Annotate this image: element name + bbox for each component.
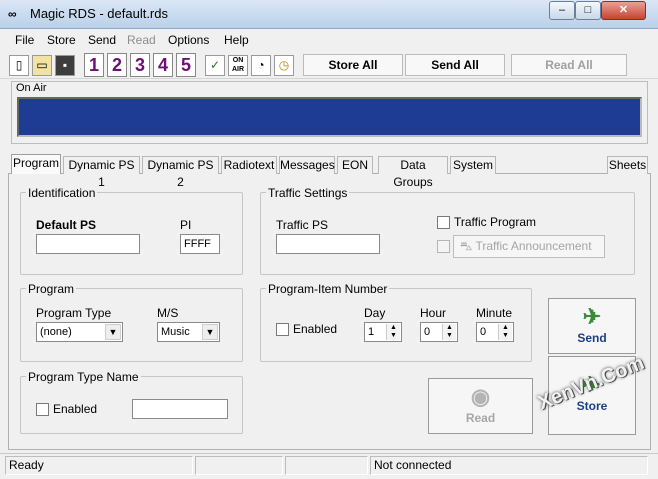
day-value: 1 — [368, 326, 375, 338]
minute-label: Minute — [476, 306, 513, 320]
minute-value: 0 — [480, 326, 487, 338]
minute-spinner[interactable]: 0 ▲ ▼ — [476, 322, 514, 342]
send-label: Send — [577, 331, 607, 345]
traffic-announcement-checkbox[interactable] — [437, 240, 450, 253]
store-label: Store — [576, 399, 608, 413]
pi-input[interactable]: FFFF — [180, 234, 220, 254]
on-air-icon[interactable]: ON AIR — [228, 55, 248, 76]
program-type-name-title: Program Type Name — [26, 370, 141, 384]
status-bar: Ready Not connected — [0, 453, 658, 479]
tab-program[interactable]: Program — [11, 154, 61, 174]
menu-bar: File Store Send Read Options Help — [0, 30, 658, 50]
traffic-program-checkbox[interactable] — [437, 216, 450, 229]
traffic-ps-input[interactable] — [276, 234, 380, 254]
menu-store[interactable]: Store — [47, 33, 76, 47]
program-item-title: Program-Item Number — [266, 282, 390, 296]
tab-dynamic-ps-1[interactable]: Dynamic PS 1 — [63, 156, 140, 189]
menu-file[interactable]: File — [15, 33, 34, 47]
minimize-button[interactable]: – — [549, 1, 575, 20]
traffic-settings-title: Traffic Settings — [266, 186, 350, 200]
satellite-dish-icon: ◉ — [470, 384, 491, 409]
traffic-ps-label: Traffic PS — [276, 218, 329, 232]
traffic-program-label: Traffic Program — [454, 215, 537, 229]
close-button[interactable]: ✕ — [601, 1, 646, 20]
day-label: Day — [364, 306, 386, 320]
tab-radiotext[interactable]: Radiotext — [221, 156, 277, 174]
hour-value: 0 — [424, 326, 431, 338]
send-all-button[interactable]: Send All — [405, 54, 505, 76]
sheets-button[interactable]: Sheets — [607, 156, 648, 174]
hour-spinner[interactable]: 0 ▲ ▼ — [420, 322, 458, 342]
maximize-button[interactable]: □ — [575, 1, 601, 20]
traffic-announcement-button[interactable]: ⛍ Traffic Announcement — [453, 235, 605, 258]
menu-options[interactable]: Options — [168, 33, 209, 47]
default-ps-label: Default PS — [36, 218, 97, 232]
tab-messages[interactable]: Messages — [279, 156, 335, 174]
new-icon[interactable]: ▯ — [9, 55, 29, 76]
default-ps-input[interactable] — [36, 234, 140, 254]
program-type-value: (none) — [40, 326, 72, 338]
program-item-enabled-checkbox[interactable] — [276, 323, 289, 336]
ptn-enabled-checkbox[interactable] — [36, 403, 49, 416]
chevron-down-icon: ▼ — [202, 324, 218, 340]
read-button[interactable]: ◉ Read — [428, 378, 533, 434]
identification-title: Identification — [26, 186, 98, 200]
spin-arrows-icon[interactable]: ▲ ▼ — [498, 324, 512, 340]
status-pane-3 — [285, 456, 368, 475]
program-item-enabled-label: Enabled — [293, 322, 338, 336]
preset-1-button[interactable]: 1 — [84, 53, 104, 77]
preset-4-button[interactable]: 4 — [153, 53, 173, 77]
ptn-enabled-label: Enabled — [53, 402, 98, 416]
menu-help[interactable]: Help — [224, 33, 249, 47]
program-type-select[interactable]: (none) ▼ — [36, 322, 123, 342]
title-bar: ∞ Magic RDS - default.rds – □ ✕ — [0, 0, 658, 29]
status-connection: Not connected — [370, 456, 648, 475]
status-pane-2 — [195, 456, 283, 475]
clock-icon[interactable]: ◷ — [274, 55, 294, 76]
on-air-display — [17, 97, 642, 137]
ms-select[interactable]: Music ▼ — [157, 322, 220, 342]
ms-value: Music — [161, 326, 190, 338]
save-icon[interactable]: ▪ — [55, 55, 75, 76]
menu-read[interactable]: Read — [127, 33, 156, 47]
read-label: Read — [465, 411, 496, 425]
day-spinner[interactable]: 1 ▲ ▼ — [364, 322, 402, 342]
preset-3-button[interactable]: 3 — [130, 53, 150, 77]
app-icon: ∞ — [8, 7, 17, 21]
traffic-announcement-label: Traffic Announcement — [475, 239, 592, 253]
tab-eon[interactable]: EON — [337, 156, 373, 174]
check-icon[interactable]: ✓ — [205, 55, 225, 76]
on-air-label: On Air — [16, 82, 47, 94]
chevron-down-icon: ▼ — [105, 324, 121, 340]
spin-arrows-icon[interactable]: ▲ ▼ — [442, 324, 456, 340]
menu-send[interactable]: Send — [88, 33, 116, 47]
clock-settings-icon[interactable]: ◔ — [251, 55, 271, 76]
tab-dynamic-ps-2[interactable]: Dynamic PS 2 — [142, 156, 219, 189]
program-title: Program — [26, 282, 77, 296]
preset-2-button[interactable]: 2 — [107, 53, 127, 77]
send-button[interactable]: ✈ Send — [548, 298, 636, 354]
open-icon[interactable]: ▭ — [32, 55, 52, 76]
program-type-label: Program Type — [36, 306, 112, 320]
ms-label: M/S — [157, 306, 179, 320]
toolbar: ▯ ▭ ▪ 1 2 3 4 5 ✓ ON AIR ◔ ◷ Store All S… — [0, 51, 658, 79]
hour-label: Hour — [420, 306, 447, 320]
tab-data-groups[interactable]: Data Groups — [378, 156, 448, 189]
status-ready: Ready — [5, 456, 193, 475]
jet-icon: ✈ — [582, 304, 602, 329]
pi-label: PI — [180, 218, 192, 232]
store-all-button[interactable]: Store All — [303, 54, 403, 76]
car-icon: ⛍ — [460, 239, 473, 253]
preset-5-button[interactable]: 5 — [176, 53, 196, 77]
window-title: Magic RDS - default.rds — [30, 6, 168, 21]
spin-arrows-icon[interactable]: ▲ ▼ — [386, 324, 400, 340]
ptn-input[interactable] — [132, 399, 228, 419]
tab-system[interactable]: System — [450, 156, 496, 174]
read-all-button[interactable]: Read All — [511, 54, 627, 76]
